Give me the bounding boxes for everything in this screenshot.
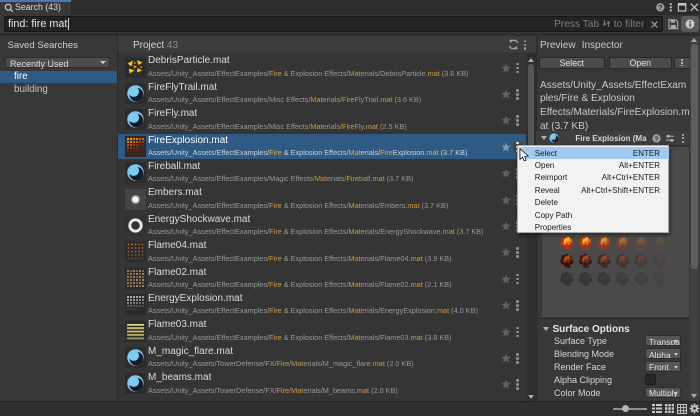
svg-text:?: ? [658,3,663,12]
svg-text:?: ? [654,136,658,143]
